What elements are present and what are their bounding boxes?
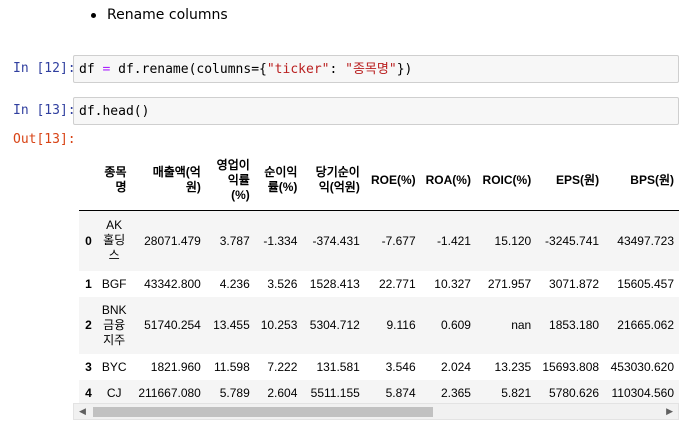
table-cell: AK 홀딩 스 — [103, 218, 126, 263]
table-cell: 7.222 — [267, 359, 298, 374]
column-header: ROA(%) — [425, 172, 471, 187]
table-row: 2 BNK 금융 지주 51740.254 13.455 10.253 5304… — [79, 296, 679, 354]
input-prompt-12: In [12]: — [13, 61, 76, 76]
table-cell: 13.455 — [213, 318, 250, 332]
table-cell: 13.235 — [494, 359, 532, 374]
code-cell-12[interactable]: df = df.rename(columns={"ticker": "종목명"}… — [73, 55, 679, 83]
bullet-dot-icon — [91, 12, 96, 18]
code-cell-13[interactable]: df.head() — [73, 97, 679, 125]
code-token: df.rename(columns={ — [110, 62, 267, 77]
row-index: 2 — [85, 318, 92, 332]
table-cell: 9.116 — [386, 318, 416, 332]
table-cell: 28071.479 — [144, 233, 201, 248]
table-cell: 5.874 — [385, 385, 416, 400]
column-header: ROIC(%) — [482, 172, 532, 187]
index-header — [79, 150, 97, 211]
row-index: 4 — [85, 385, 92, 400]
scroll-left-arrow-icon[interactable]: ◀ — [79, 407, 86, 417]
table-cell: 2.365 — [440, 385, 471, 400]
table-cell: 15693.808 — [542, 359, 600, 374]
table-cell: CJ — [106, 385, 122, 400]
table-row: 3 BYC 1821.960 11.598 7.222 131.581 3.54… — [79, 354, 679, 380]
table-cell: 453030.620 — [610, 359, 674, 374]
table-cell: 2.604 — [267, 385, 298, 400]
table-cell: 5.789 — [219, 385, 250, 400]
code-token: }) — [396, 62, 413, 77]
table-cell: 1528.413 — [309, 276, 360, 291]
table-cell: -3245.741 — [545, 233, 600, 248]
table-cell: 5780.626 — [549, 385, 600, 400]
row-index: 0 — [85, 233, 92, 248]
table-cell: 3.787 — [219, 233, 250, 248]
table-cell: 5304.712 — [309, 318, 360, 332]
table-cell: 10.253 — [260, 318, 298, 332]
table-cell: 15605.457 — [617, 276, 674, 291]
scrollbar-thumb[interactable] — [93, 407, 433, 417]
column-header: 영업이 익률 (%) — [216, 157, 250, 202]
dataframe-output[interactable]: 종목 명 매출액(억 원) 영업이 익률 (%) 순이익 률(%) 당기순이 익… — [73, 142, 679, 432]
input-prompt-13: In [13]: — [13, 103, 76, 118]
table-cell: -7.677 — [381, 233, 416, 248]
table-cell: -1.334 — [263, 233, 298, 248]
table-cell: 271.957 — [487, 276, 532, 291]
table-row: 1 BGF 43342.800 4.236 3.526 1528.413 22.… — [79, 271, 679, 297]
table-cell: 22.771 — [378, 276, 416, 291]
column-header: 순이익 률(%) — [264, 165, 298, 194]
table-cell: 3071.872 — [549, 276, 600, 291]
table-row: 4 CJ 211667.080 5.789 2.604 5511.155 5.8… — [79, 379, 679, 406]
column-header: 매출액(억 원) — [152, 165, 201, 194]
table-cell: 131.581 — [316, 359, 360, 374]
table-cell: 15.120 — [494, 233, 532, 248]
horizontal-scrollbar[interactable]: ◀ ▶ — [73, 403, 679, 420]
dataframe-table: 종목 명 매출액(억 원) 영업이 익률 (%) 순이익 률(%) 당기순이 익… — [79, 150, 679, 406]
table-cell: 0.609 — [440, 318, 471, 332]
table-cell: 211667.080 — [138, 385, 201, 400]
table-cell: -1.421 — [436, 233, 471, 248]
column-header: 종목 명 — [104, 165, 127, 194]
code-text: df.head() — [79, 104, 150, 119]
table-cell: BYC — [101, 359, 127, 374]
markdown-bullet-item: Rename columns — [91, 7, 228, 23]
table-row: 0 AK 홀딩 스 28071.479 3.787 -1.334 -374.43… — [79, 210, 679, 271]
row-index: 3 — [85, 359, 92, 374]
table-cell: 51740.254 — [144, 318, 201, 332]
table-header-row: 종목 명 매출액(억 원) 영업이 익률 (%) 순이익 률(%) 당기순이 익… — [79, 150, 679, 211]
table-cell: 1853.180 — [549, 318, 600, 332]
table-cell: 3.526 — [267, 276, 298, 291]
table-cell: 4.236 — [219, 276, 250, 291]
column-header: EPS(원) — [556, 172, 600, 187]
table-cell: 110304.560 — [611, 385, 674, 400]
table-cell: BNK 금융 지주 — [101, 302, 127, 347]
column-header: ROE(%) — [370, 172, 416, 187]
table-cell: 43342.800 — [144, 276, 201, 291]
scroll-right-arrow-icon[interactable]: ▶ — [666, 407, 673, 417]
code-token: : — [329, 62, 346, 77]
table-cell: 5511.155 — [310, 385, 360, 400]
table-cell: 11.598 — [213, 359, 250, 374]
code-token: df — [79, 62, 103, 77]
output-prompt-13: Out[13]: — [13, 132, 76, 147]
code-string: "종목명" — [345, 62, 397, 77]
table-cell: 10.327 — [434, 276, 471, 291]
table-cell: BGF — [101, 276, 127, 291]
table-cell: 43497.723 — [617, 233, 674, 248]
table-cell: nan — [511, 318, 532, 332]
table-cell: 2.024 — [440, 359, 471, 374]
table-cell: 1821.960 — [150, 359, 201, 374]
table-cell: -374.431 — [312, 233, 360, 248]
table-cell: 3.546 — [385, 359, 416, 374]
code-string: "ticker" — [266, 62, 330, 77]
bullet-text: Rename columns — [107, 7, 228, 23]
table-cell: 5.821 — [501, 385, 532, 400]
row-index: 1 — [85, 276, 92, 291]
table-cell: 21665.062 — [617, 318, 674, 332]
column-header: BPS(원) — [630, 172, 674, 187]
column-header: 당기순이 익(억원) — [315, 165, 360, 194]
